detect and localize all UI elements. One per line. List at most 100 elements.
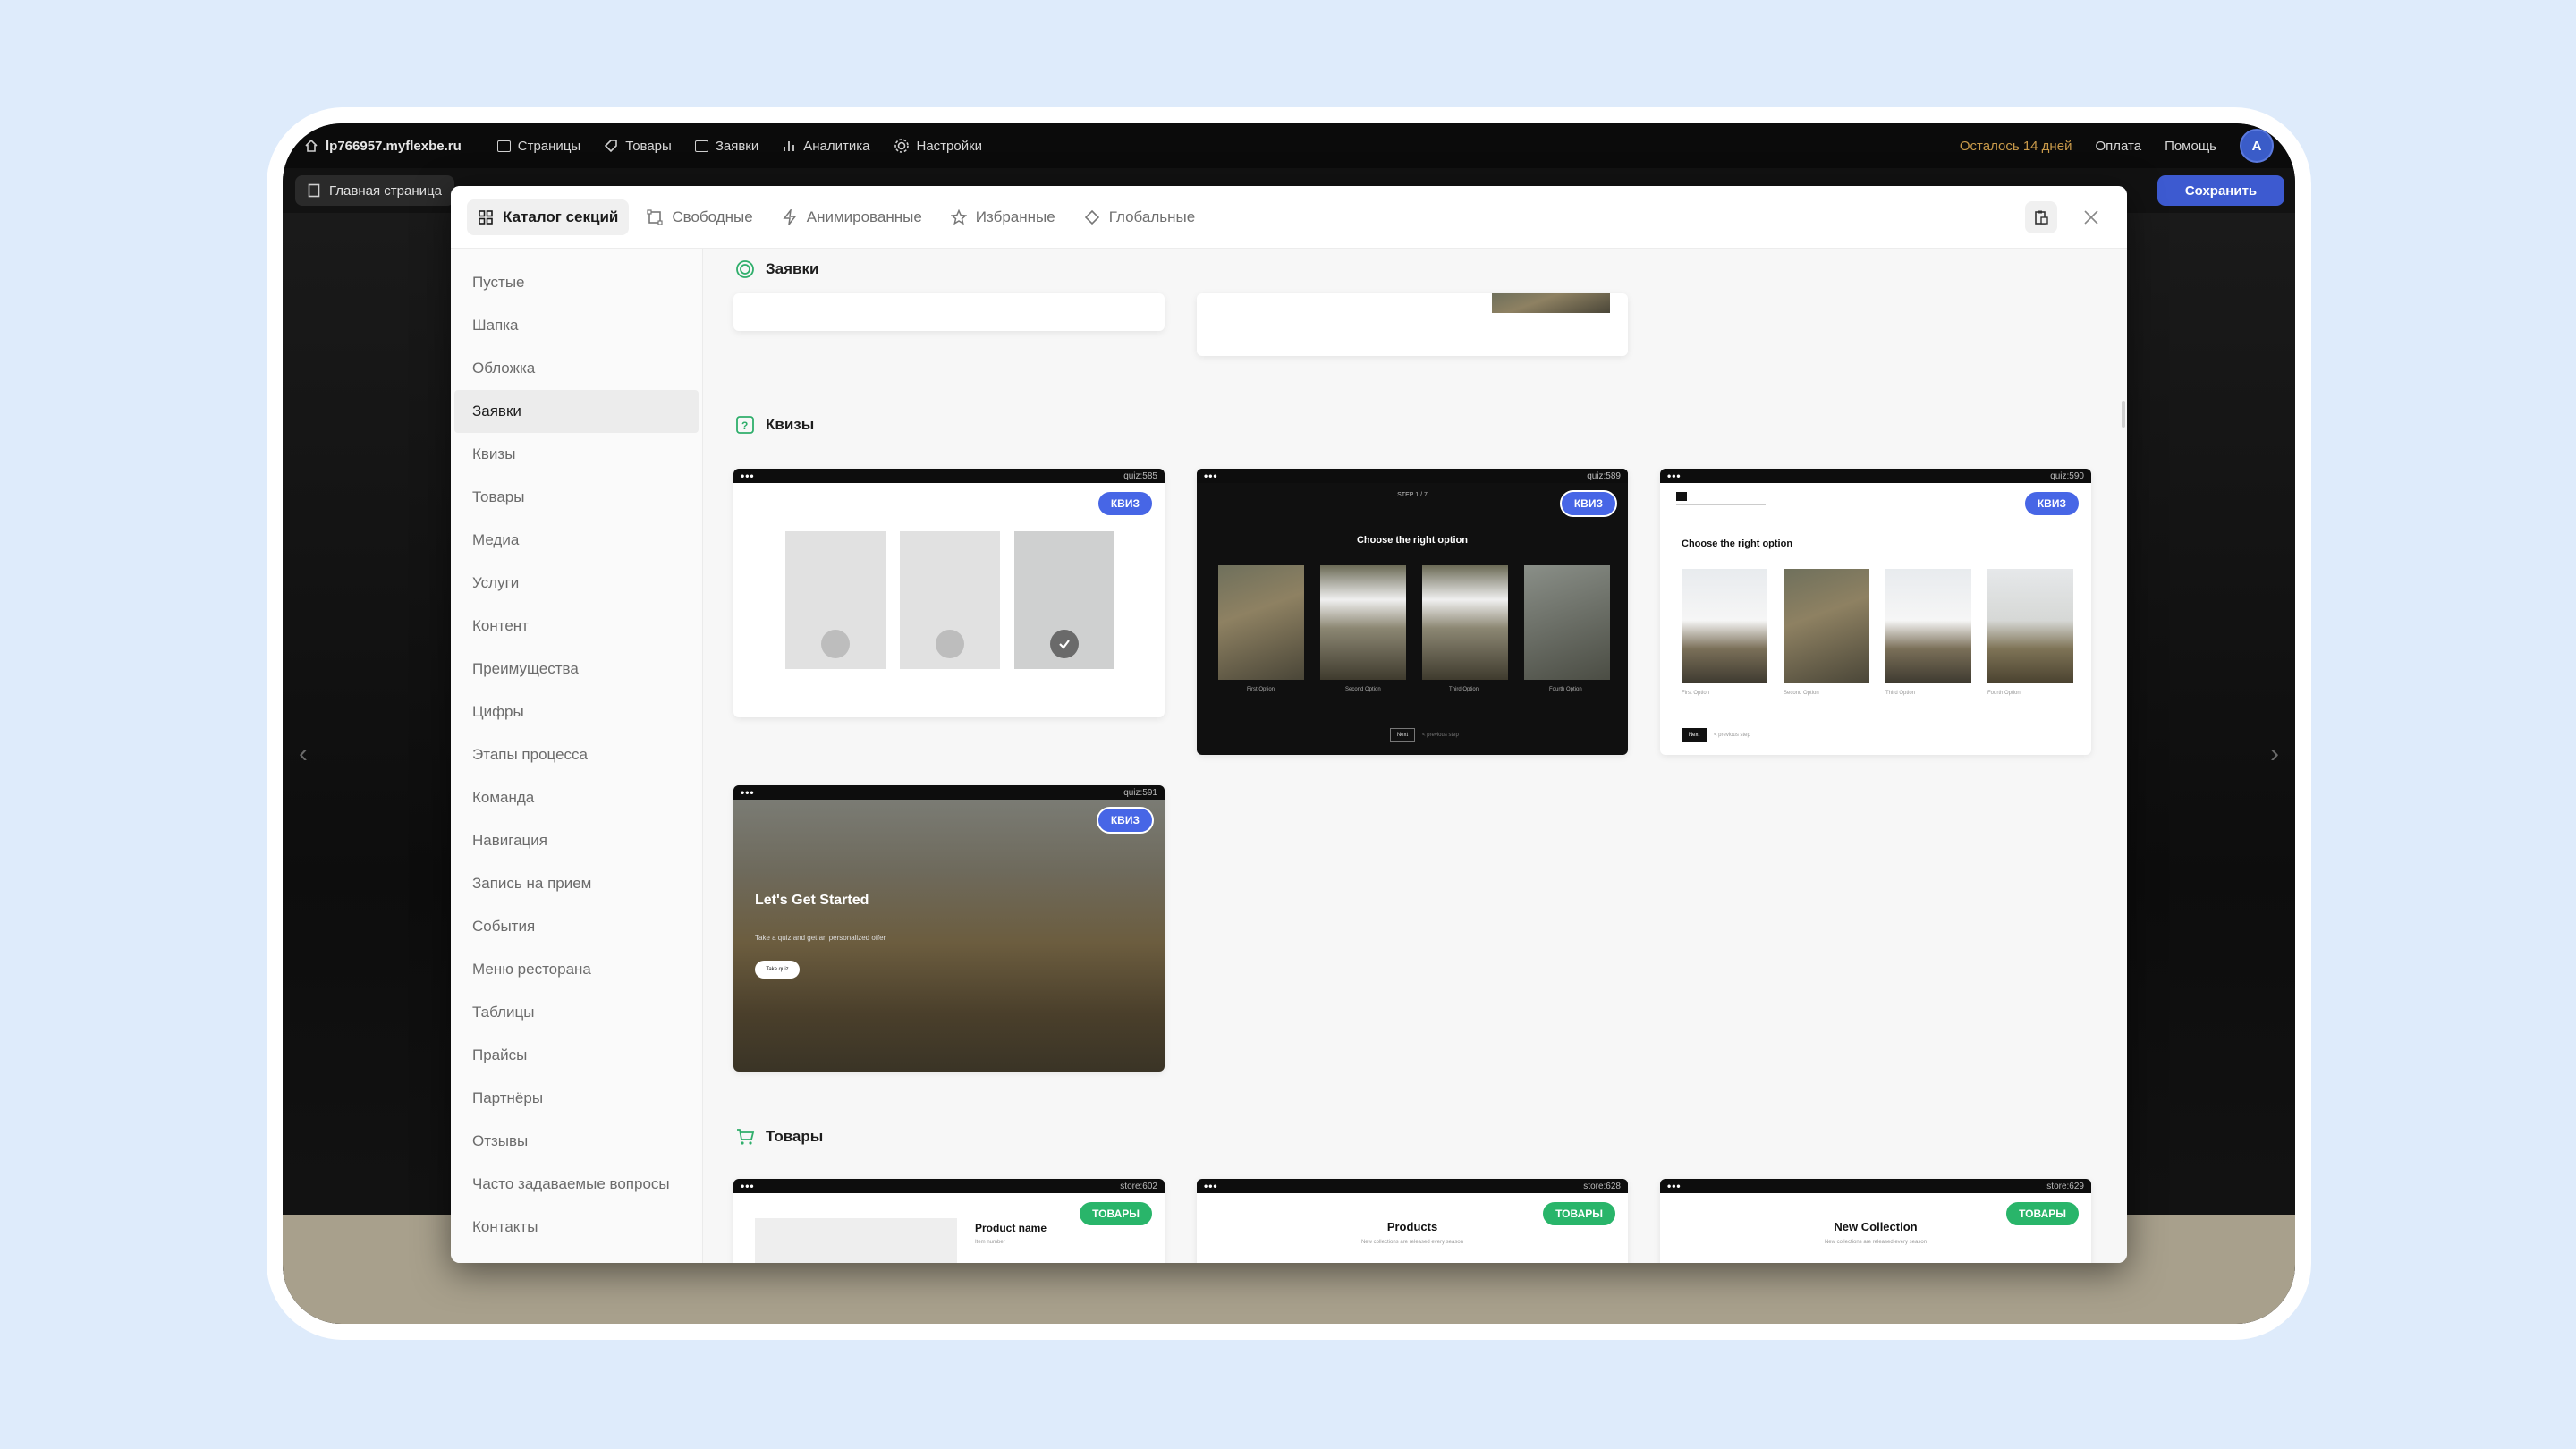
nav-analytics[interactable]: Аналитика <box>782 139 870 154</box>
avatar[interactable]: A <box>2240 129 2274 163</box>
next-button: Next <box>1682 728 1707 742</box>
target-icon <box>736 260 754 278</box>
quiz-card-585[interactable]: ••• quiz:585 КВИЗ <box>733 469 1165 717</box>
catalog-tabs: Каталог секций Свободные Анимированные И… <box>451 186 2127 249</box>
sidebar-item-empty[interactable]: Пустые <box>451 261 702 304</box>
nav-products[interactable]: Товары <box>604 139 672 154</box>
logo <box>1676 492 1687 501</box>
products-title: Products <box>1386 1220 1438 1233</box>
sidebar-item-quizzes[interactable]: Квизы <box>451 433 702 476</box>
section-heading-requests-label: Заявки <box>766 260 819 277</box>
nav-settings[interactable]: Настройки <box>894 138 983 154</box>
card-bar: ••• store:629 <box>1660 1179 2091 1193</box>
option-image <box>1422 565 1508 680</box>
quiz-card-591[interactable]: ••• quiz:591 КВИЗ Let's Get Started Take … <box>733 785 1165 1072</box>
chevron-right-icon[interactable]: › <box>2270 739 2279 769</box>
store-card-629[interactable]: ••• store:629 ТОВАРЫ New Collection New c… <box>1660 1179 2091 1263</box>
sidebar-item-reviews[interactable]: Отзывы <box>451 1120 702 1163</box>
store-card-628[interactable]: ••• store:628 ТОВАРЫ Products New collect… <box>1197 1179 1628 1263</box>
quiz-badge: КВИЗ <box>2022 490 2080 517</box>
section-heading-products: Товары <box>735 1127 823 1147</box>
option-label: Third Option <box>1885 691 1916 696</box>
section-heading-requests: Заявки <box>735 259 818 279</box>
card-id: quiz:585 <box>1123 470 1157 481</box>
dots-icon: ••• <box>1667 1180 1682 1192</box>
paste-button[interactable] <box>2025 201 2057 233</box>
inbox-icon <box>694 140 708 152</box>
sidebar-item-faq[interactable]: Часто задаваемые вопросы <box>451 1163 702 1206</box>
quiz-card-589[interactable]: ••• quiz:589 КВИЗ STEP 1 / 7 Choose the r… <box>1197 469 1628 755</box>
dots-icon: ••• <box>741 470 755 482</box>
close-button[interactable] <box>2075 201 2107 233</box>
sidebar-item-products[interactable]: Товары <box>451 476 702 519</box>
sidebar-item-navigation[interactable]: Навигация <box>451 819 702 862</box>
frame-icon <box>647 208 663 225</box>
sidebar-item-requests[interactable]: Заявки <box>454 390 699 433</box>
request-card-1[interactable] <box>733 293 1165 331</box>
page-select-button[interactable]: Главная страница <box>295 175 454 206</box>
tab-global[interactable]: Глобальные <box>1073 199 1206 235</box>
sidebar-item-content[interactable]: Контент <box>451 605 702 648</box>
sidebar-item-team[interactable]: Команда <box>451 776 702 819</box>
sidebar-item-media[interactable]: Медиа <box>451 519 702 562</box>
option-label: Third Option <box>1449 687 1479 692</box>
sidebar-item-booking[interactable]: Запись на прием <box>451 862 702 905</box>
card-bar: ••• quiz:591 <box>733 785 1165 800</box>
sidebar-item-cover[interactable]: Обложка <box>451 347 702 390</box>
sidebar-item-advantages[interactable]: Преимущества <box>451 648 702 691</box>
sidebar-item-services[interactable]: Услуги <box>451 562 702 605</box>
sidebar-item-prices[interactable]: Прайсы <box>451 1034 702 1077</box>
payment-link[interactable]: Оплата <box>2095 139 2141 154</box>
products-badge: ТОВАРЫ <box>1078 1200 1154 1227</box>
section-heading-products-label: Товары <box>766 1128 824 1145</box>
topbar-right: Осталось 14 дней Оплата Помощь A <box>1960 129 2274 163</box>
modal-actions <box>2025 201 2107 233</box>
option-image <box>1218 565 1304 680</box>
save-button[interactable]: Сохранить <box>2157 175 2284 206</box>
quiz-icon: ? <box>736 416 754 434</box>
sidebar-item-footer[interactable]: Подвал <box>451 1249 702 1263</box>
sidebar-item-events[interactable]: События <box>451 905 702 948</box>
sidebar-item-process[interactable]: Этапы процесса <box>451 733 702 776</box>
next-button: Next <box>1390 728 1415 742</box>
sidebar-item-contacts[interactable]: Контакты <box>451 1206 702 1249</box>
quiz-card-590[interactable]: ••• quiz:590 КВИЗ Choose the right option… <box>1660 469 2091 755</box>
help-link[interactable]: Помощь <box>2165 139 2216 154</box>
tab-catalog[interactable]: Каталог секций <box>467 199 630 235</box>
prev-step-link: < previous step <box>1422 733 1459 738</box>
site-link[interactable]: lp766957.myflexbe.ru <box>304 139 462 154</box>
trial-days-left[interactable]: Осталось 14 дней <box>1960 139 2072 154</box>
scrollbar[interactable] <box>2122 401 2125 428</box>
products-sub: New collections are released every seaso… <box>1360 1240 1464 1245</box>
nav-pages[interactable]: Страницы <box>496 139 580 154</box>
cart-icon <box>737 1129 755 1145</box>
dots-icon: ••• <box>741 786 755 799</box>
option-image <box>1524 565 1610 680</box>
pages-icon <box>496 140 511 152</box>
top-bar: lp766957.myflexbe.ru Страницы Товары Зая… <box>283 123 2295 168</box>
nav-requests[interactable]: Заявки <box>694 139 758 154</box>
request-card-2[interactable] <box>1197 293 1628 356</box>
svg-text:?: ? <box>741 419 748 432</box>
store-card-602[interactable]: ••• store:602 ТОВАРЫ Product name Item nu… <box>733 1179 1165 1263</box>
clipboard-icon <box>2035 210 2048 225</box>
card-id: store:602 <box>1120 1181 1157 1191</box>
check-icon <box>1050 630 1079 658</box>
sidebar-item-menu[interactable]: Меню ресторана <box>451 948 702 991</box>
radio-icon <box>936 630 964 658</box>
sidebar-item-header[interactable]: Шапка <box>451 304 702 347</box>
site-domain: lp766957.myflexbe.ru <box>326 138 462 154</box>
card-id: store:628 <box>1583 1181 1621 1191</box>
tab-free[interactable]: Свободные <box>636 199 763 235</box>
section-catalog-modal: Каталог секций Свободные Анимированные И… <box>451 186 2127 1263</box>
nav-settings-label: Настройки <box>916 138 983 154</box>
tab-animated[interactable]: Анимированные <box>771 199 933 235</box>
quiz-title: Choose the right option <box>1682 538 1793 549</box>
chevron-left-icon[interactable]: ‹ <box>299 739 308 769</box>
tab-favorites[interactable]: Избранные <box>940 199 1066 235</box>
collection-title: New Collection <box>1834 1220 1918 1233</box>
sidebar-item-numbers[interactable]: Цифры <box>451 691 702 733</box>
sidebar-item-partners[interactable]: Партнёры <box>451 1077 702 1120</box>
analytics-icon <box>784 141 795 151</box>
sidebar-item-tables[interactable]: Таблицы <box>451 991 702 1034</box>
